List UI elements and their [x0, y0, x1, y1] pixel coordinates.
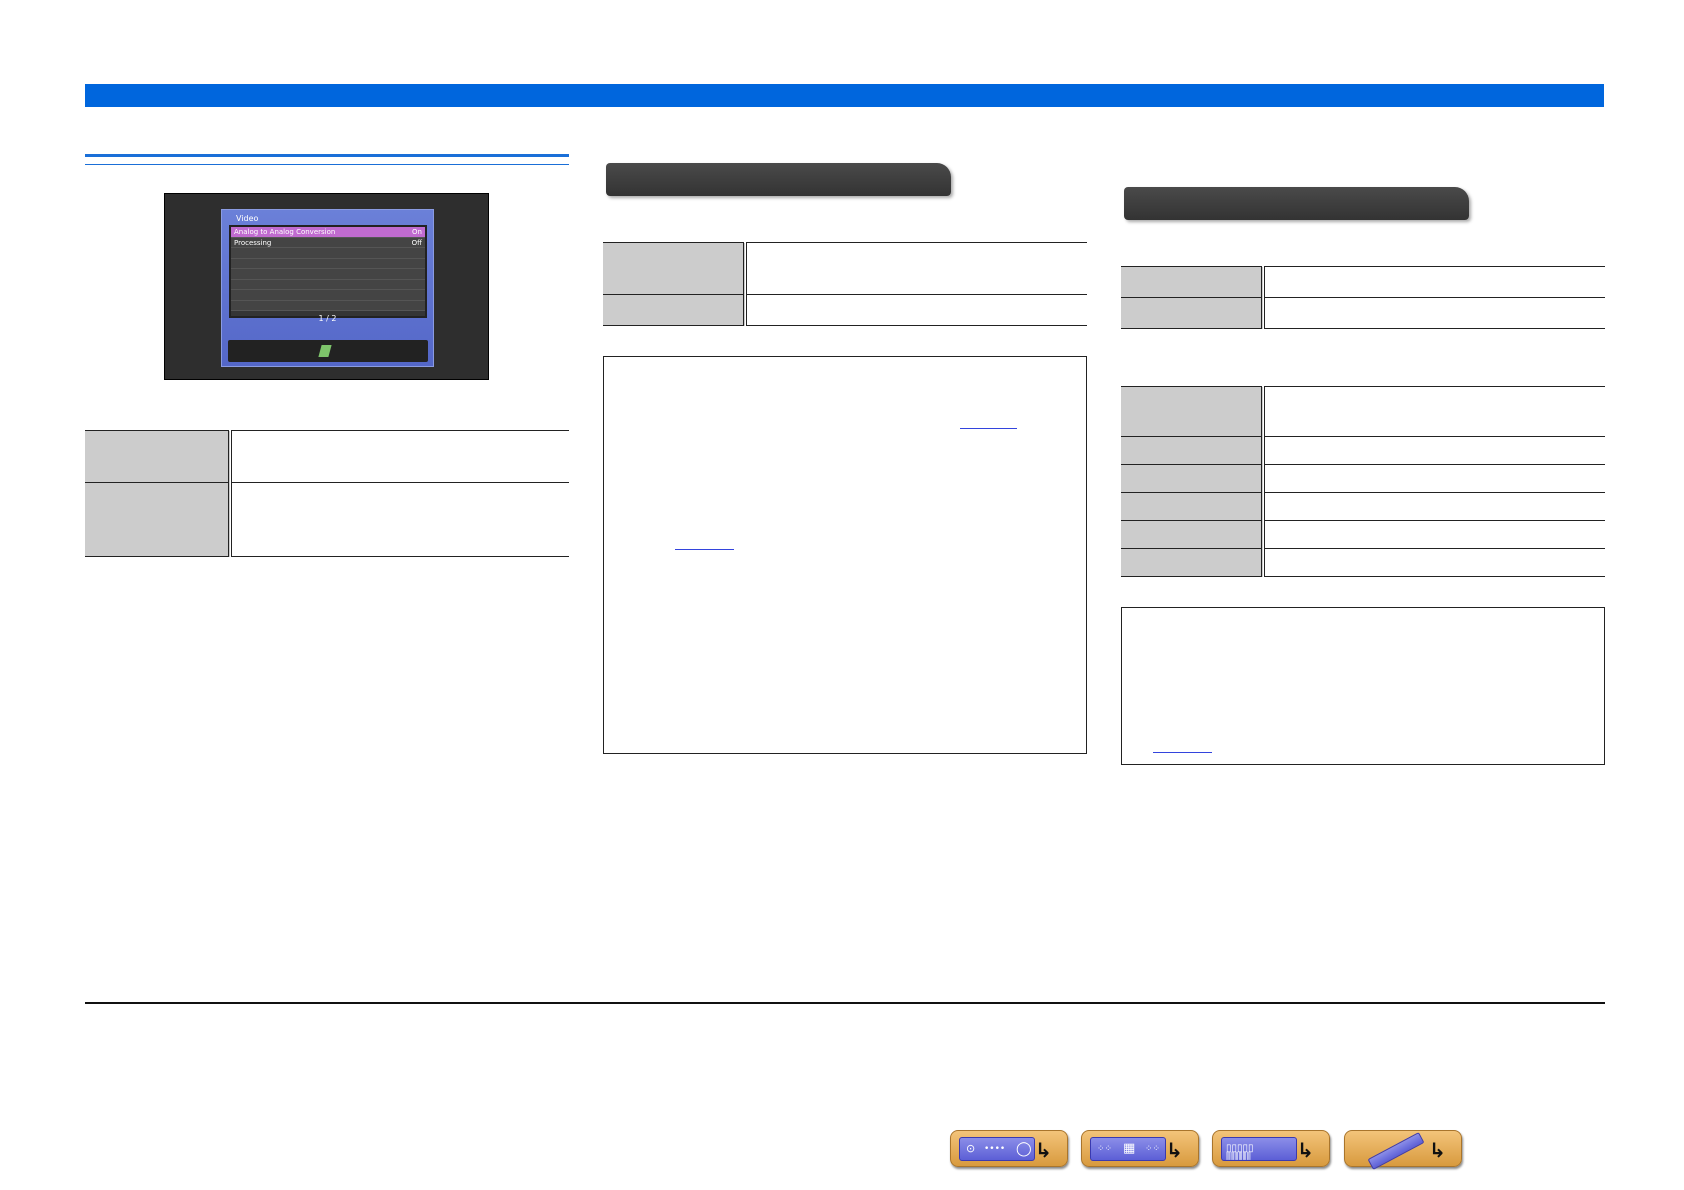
osd-guide-icon: [318, 345, 332, 357]
front-panel-icon: ⊙ •••• ◯: [959, 1137, 1035, 1161]
return-arrow-icon: ↳: [1429, 1138, 1446, 1162]
table-row: [85, 430, 569, 483]
table-value-cell: [1263, 266, 1605, 298]
table-value-cell: [1263, 464, 1605, 493]
footer-rule: [85, 1002, 1605, 1004]
table-value-cell: [1263, 520, 1605, 549]
osd-menu-item-empty: [231, 269, 425, 280]
table-row: [1121, 464, 1605, 493]
table-key-cell: [1121, 548, 1265, 577]
osd-menu-item: Analog to Analog Conversion On: [231, 227, 425, 238]
nav-remote-control-button[interactable]: ↳: [1344, 1130, 1462, 1170]
section-heading-rule: [85, 154, 569, 165]
table-value-cell: [1263, 492, 1605, 521]
osd-screenshot: Video Analog to Analog Conversion On Pro…: [164, 193, 489, 380]
table-row: [1121, 436, 1605, 465]
remote-control-icon: [1367, 1132, 1425, 1170]
note-box-middle: [603, 356, 1087, 754]
return-arrow-icon: ↳: [1035, 1138, 1052, 1162]
osd-item-value: On: [412, 228, 422, 236]
header-band: [85, 84, 1604, 107]
rear-panel-icon: ⁘⁘ ▦ ⁘⁘: [1090, 1137, 1166, 1161]
table-row: [1121, 492, 1605, 521]
osd-page-indicator: 1 / 2: [318, 314, 337, 323]
table-row: [1121, 520, 1605, 549]
table-value-cell: [745, 294, 1087, 326]
table-row: [603, 242, 1087, 295]
nav-front-panel-button[interactable]: ⊙ •••• ◯ ↳: [950, 1130, 1068, 1167]
table-row: [1121, 266, 1605, 298]
osd-item-value: Off: [411, 238, 422, 247]
table-row: [603, 294, 1087, 326]
table-row: [85, 482, 569, 557]
osd-title: Video: [236, 214, 259, 223]
table-value-cell: [1263, 436, 1605, 465]
osd-menu-item-empty: [231, 290, 425, 301]
table-value-cell: [745, 242, 1087, 295]
settings-table-right-bottom: [1121, 386, 1605, 577]
table-row: [1121, 297, 1605, 329]
osd-menu-item-empty: [231, 300, 425, 311]
table-key-cell: [1121, 266, 1265, 298]
note-box-right: [1121, 607, 1605, 765]
table-key-cell: [1121, 492, 1265, 521]
table-key-cell: [1121, 297, 1265, 329]
table-key-cell: [1121, 520, 1265, 549]
page-reference-link[interactable]: [960, 428, 1017, 429]
subsection-heading-pill: [1124, 187, 1469, 220]
settings-table-left: [85, 430, 569, 557]
osd-menu-panel: Video Analog to Analog Conversion On Pro…: [221, 209, 434, 367]
table-value-cell: [230, 430, 569, 483]
osd-guide-bar: [228, 340, 428, 362]
return-arrow-icon: ↳: [1166, 1138, 1183, 1162]
front-display-icon: ▯▯▯▯▯ ⫼⫼⫼⫼⫼⫼: [1221, 1137, 1297, 1162]
osd-item-label: Analog to Analog Conversion: [234, 228, 336, 236]
nav-front-display-button[interactable]: ▯▯▯▯▯ ⫼⫼⫼⫼⫼⫼ ↳: [1212, 1130, 1330, 1167]
osd-menu-item-empty: [231, 248, 425, 259]
osd-menu-item-empty: [231, 258, 425, 269]
table-key-cell: [1121, 464, 1265, 493]
table-key-cell: [85, 430, 232, 483]
page-reference-link[interactable]: [675, 549, 734, 550]
page-reference-link[interactable]: [1153, 752, 1212, 753]
table-key-cell: [603, 242, 747, 295]
table-row: [1121, 548, 1605, 577]
settings-table-middle: [603, 242, 1087, 326]
table-key-cell: [85, 482, 232, 557]
table-key-cell: [1121, 436, 1265, 465]
settings-table-right-top: [1121, 266, 1605, 329]
table-value-cell: [1263, 548, 1605, 577]
subsection-heading-pill: [606, 163, 951, 196]
osd-menu-item-empty: [231, 279, 425, 290]
table-row: [1121, 386, 1605, 437]
osd-menu-item: Processing Off: [231, 237, 425, 248]
return-arrow-icon: ↳: [1297, 1138, 1314, 1162]
table-value-cell: [230, 482, 569, 557]
nav-rear-panel-button[interactable]: ⁘⁘ ▦ ⁘⁘ ↳: [1081, 1130, 1199, 1167]
osd-menu-list: Analog to Analog Conversion On Processin…: [229, 225, 427, 318]
table-value-cell: [1263, 386, 1605, 437]
table-key-cell: [1121, 386, 1265, 437]
osd-item-label: Processing: [234, 238, 272, 247]
table-value-cell: [1263, 297, 1605, 329]
table-key-cell: [603, 294, 747, 326]
